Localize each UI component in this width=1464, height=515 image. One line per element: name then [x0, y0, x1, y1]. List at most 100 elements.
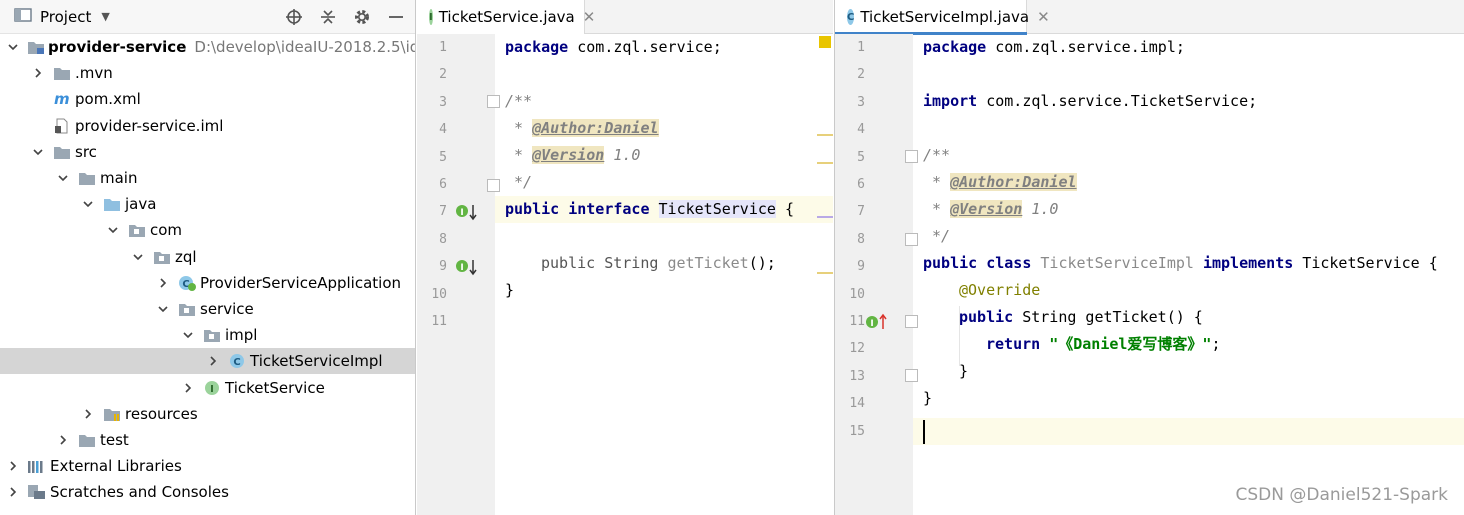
minimize-icon[interactable] [385, 6, 407, 28]
tree-node[interactable]: provider-service D:\develop\ideaIU-2018.2… [0, 34, 415, 60]
collapse-all-icon[interactable] [317, 6, 339, 28]
code-area[interactable]: package com.zql.service; /** * @Author:D… [495, 34, 833, 515]
chevron-down-icon[interactable] [132, 251, 144, 263]
chevron-down-icon[interactable] [7, 41, 19, 53]
tree-node-label: .mvn [75, 64, 113, 83]
gear-icon[interactable] [351, 6, 373, 28]
tree-node[interactable]: I TicketService [0, 375, 415, 401]
tree-node-label: service [200, 300, 254, 318]
locate-icon[interactable] [283, 6, 305, 28]
error-stripe-mark[interactable] [817, 162, 833, 164]
chevron-right-icon[interactable] [32, 67, 44, 79]
close-icon[interactable]: ✕ [1037, 8, 1050, 26]
tree-node-label: main [100, 169, 138, 187]
code-line: package com.zql.service.impl; [923, 38, 1185, 56]
tree-node[interactable]: External Libraries [0, 453, 415, 479]
tree-node-label: zql [175, 247, 197, 266]
tab-label: TicketService.java [438, 8, 575, 26]
code-line: public String getTicket() { [959, 308, 1203, 326]
chevron-right-icon[interactable] [57, 434, 69, 446]
tree-node[interactable]: test [0, 427, 415, 453]
line-number: 3 [439, 94, 447, 110]
code-line: * @Author:Daniel [505, 119, 659, 137]
tree-node[interactable]: .mvn [0, 60, 415, 86]
chevron-down-icon[interactable] [107, 224, 119, 236]
tree-node-label: java [125, 195, 157, 214]
error-stripe-mark[interactable] [817, 216, 833, 218]
tree-node-label: provider-service.iml [75, 116, 224, 135]
tree-node[interactable]: Scratches and Consoles [0, 479, 415, 505]
tree-node[interactable]: service [0, 296, 415, 322]
tree-node-label: provider-service [48, 38, 187, 56]
tab-ticket-service-java[interactable]: I TicketService.java ✕ [417, 0, 595, 34]
line-number: 4 [857, 122, 865, 138]
line-number: 5 [857, 149, 865, 165]
svg-text:m: m [54, 91, 70, 107]
line-number: 3 [857, 94, 865, 110]
error-stripe-mark[interactable] [817, 272, 833, 274]
tree-node[interactable]: C ProviderServiceApplication [0, 270, 415, 296]
editor-ticket-service-impl: C TicketServiceImpl.java ✕ 1 2 3 4 5 6 7 8 9 10 11… [834, 0, 1464, 515]
close-icon[interactable]: ✕ [583, 8, 596, 26]
editor-ticket-service: I TicketService.java ✕ 1 2 3 4 5 6 7 8 9 10 11 I I… [417, 0, 833, 515]
tree-node[interactable]: m pom.xml [0, 86, 415, 112]
tree-node[interactable]: com [0, 217, 415, 243]
tree-node[interactable]: provider-service.iml [0, 113, 415, 139]
project-view-icon [14, 7, 32, 27]
implements-method-marker-icon[interactable]: I [865, 308, 889, 335]
line-number: 13 [849, 368, 865, 384]
line-number: 1 [439, 40, 447, 55]
tree-node[interactable]: zql [0, 244, 415, 270]
tree-node[interactable]: C TicketServiceImpl [0, 348, 415, 375]
chevron-down-icon[interactable] [182, 329, 194, 341]
package-icon [177, 300, 197, 318]
implemented-marker-icon[interactable]: I [455, 253, 479, 280]
chevron-down-icon[interactable] [32, 146, 44, 158]
chevron-down-icon[interactable] [82, 198, 94, 210]
implemented-marker-icon[interactable]: I [455, 198, 479, 225]
code-line: */ [923, 227, 951, 245]
tree-node[interactable]: main [0, 165, 415, 191]
tree-node[interactable]: resources [0, 401, 415, 427]
tab-ticket-service-impl-java[interactable]: C TicketServiceImpl.java ✕ [835, 0, 1050, 35]
maven-icon: m [52, 90, 72, 108]
class-icon: C [227, 352, 247, 370]
code-line: * @Version 1.0 [505, 146, 641, 164]
line-number: 4 [439, 122, 447, 138]
chevron-right-icon[interactable] [207, 355, 219, 367]
interface-icon: I [429, 9, 433, 25]
editor-gutter: 1 2 3 4 5 6 7 8 9 10 11 12 13 14 15 I [835, 34, 918, 515]
chevron-down-icon[interactable] [157, 303, 169, 315]
chevron-right-icon[interactable] [82, 408, 94, 420]
module-path: D:\develop\ideaIU-2018.2.5\idea [194, 38, 416, 56]
class-icon: C [847, 9, 855, 25]
tree-node-label: TicketService [225, 378, 325, 397]
code-area[interactable]: package com.zql.service.impl; import com… [913, 34, 1464, 515]
line-number: 8 [439, 231, 447, 247]
chevron-down-icon[interactable]: ▼ [101, 10, 109, 23]
line-number: 9 [857, 259, 865, 275]
tree-node-label: impl [225, 326, 258, 345]
line-number: 2 [857, 67, 865, 83]
chevron-right-icon[interactable] [7, 460, 19, 472]
code-line: */ [505, 173, 533, 191]
tree-node[interactable]: impl [0, 322, 415, 348]
line-number: 14 [849, 396, 865, 412]
tree-node[interactable]: src [0, 139, 415, 165]
svg-text:I: I [460, 208, 463, 218]
tree-node[interactable]: java [0, 191, 415, 217]
code-line: } [505, 281, 515, 299]
error-stripe-mark[interactable] [817, 134, 833, 136]
tree-node-label: TicketServiceImpl [250, 352, 383, 371]
chevron-down-icon[interactable] [57, 172, 69, 184]
project-panel-title[interactable]: Project [40, 8, 91, 26]
chevron-right-icon[interactable] [157, 277, 169, 289]
chevron-right-icon[interactable] [7, 486, 19, 498]
chevron-right-icon[interactable] [182, 382, 194, 394]
line-number: 11 [431, 314, 447, 329]
inspection-status-icon[interactable] [819, 36, 831, 48]
line-number: 1 [857, 40, 865, 55]
line-number: 6 [857, 177, 865, 192]
